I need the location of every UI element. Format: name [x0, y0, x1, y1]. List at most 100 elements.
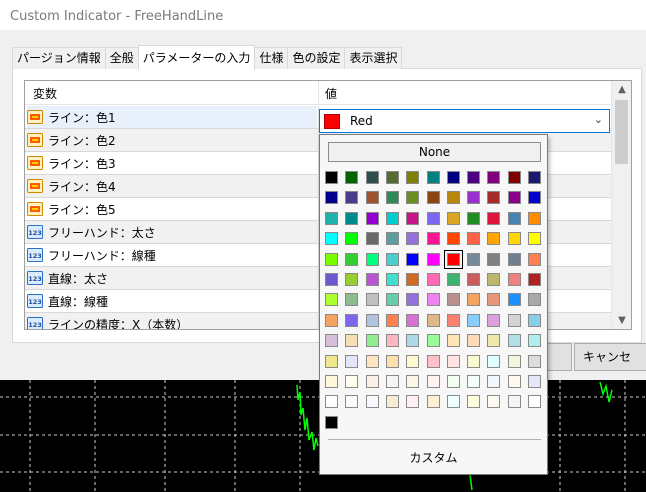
color-swatch-option[interactable] — [345, 334, 358, 347]
column-header-value[interactable]: 値 — [325, 81, 337, 105]
color-swatch-option[interactable] — [528, 212, 541, 225]
color-swatch-option[interactable] — [406, 212, 419, 225]
color-swatch-option[interactable] — [366, 355, 379, 368]
color-swatch-option[interactable] — [528, 293, 541, 306]
color-swatch-option[interactable] — [427, 355, 440, 368]
color-swatch-option[interactable] — [386, 334, 399, 347]
color-swatch-option[interactable] — [406, 355, 419, 368]
color-swatch-option[interactable] — [467, 395, 480, 408]
color-swatch-option[interactable] — [447, 232, 460, 245]
color-swatch-option[interactable] — [325, 212, 338, 225]
color-swatch-option[interactable] — [528, 314, 541, 327]
color-swatch-option[interactable] — [366, 212, 379, 225]
tab-0[interactable]: パージョン情報 — [12, 47, 106, 69]
color-swatch-option[interactable] — [467, 293, 480, 306]
color-swatch-option[interactable] — [345, 232, 358, 245]
color-swatch-option[interactable] — [508, 191, 521, 204]
color-swatch-option[interactable] — [366, 273, 379, 286]
color-swatch-option[interactable] — [406, 334, 419, 347]
color-swatch-option[interactable] — [487, 212, 500, 225]
row-name-cell[interactable]: 123 直線：太さ — [27, 267, 317, 289]
none-color-button[interactable]: None — [328, 142, 541, 162]
color-swatch-option[interactable] — [325, 375, 338, 388]
row-name-cell[interactable]: ライン：色3 — [27, 152, 317, 174]
color-swatch-option[interactable] — [325, 293, 338, 306]
color-swatch-option[interactable] — [528, 334, 541, 347]
color-swatch-option[interactable] — [325, 191, 338, 204]
color-swatch-option[interactable] — [447, 293, 460, 306]
color-swatch-option[interactable] — [528, 232, 541, 245]
color-swatch-option[interactable] — [508, 355, 521, 368]
color-swatch-option[interactable] — [345, 253, 358, 266]
color-swatch-option[interactable] — [447, 334, 460, 347]
color-swatch-option[interactable] — [427, 314, 440, 327]
color-swatch-option[interactable] — [528, 253, 541, 266]
color-swatch-option[interactable] — [487, 253, 500, 266]
color-swatch-option[interactable] — [325, 253, 338, 266]
row-name-cell[interactable]: 123 直線：線種 — [27, 290, 317, 312]
color-swatch-option[interactable] — [366, 395, 379, 408]
color-swatch-option[interactable] — [467, 334, 480, 347]
tab-2[interactable]: パラメーターの入力 — [137, 45, 256, 70]
color-swatch-option[interactable] — [427, 212, 440, 225]
color-swatch-option[interactable] — [325, 395, 338, 408]
color-swatch-option[interactable] — [325, 416, 338, 429]
color-swatch-option[interactable] — [467, 314, 480, 327]
color-swatch-option[interactable] — [325, 355, 338, 368]
color-swatch-option[interactable] — [427, 171, 440, 184]
color-swatch-option[interactable] — [508, 375, 521, 388]
column-header-name[interactable]: 変数 — [33, 81, 57, 105]
color-swatch-option[interactable] — [447, 314, 460, 327]
color-swatch-option[interactable] — [366, 314, 379, 327]
color-swatch-option[interactable] — [345, 293, 358, 306]
color-swatch-option[interactable] — [467, 273, 480, 286]
color-swatch-option[interactable] — [406, 314, 419, 327]
color-swatch-option[interactable] — [386, 395, 399, 408]
color-swatch-option[interactable] — [345, 273, 358, 286]
color-swatch-option[interactable] — [386, 375, 399, 388]
custom-color-button[interactable]: カスタム — [320, 446, 547, 470]
color-swatch-option[interactable] — [406, 171, 419, 184]
color-swatch-option[interactable] — [366, 191, 379, 204]
color-swatch-option[interactable] — [528, 191, 541, 204]
color-swatch-option[interactable] — [386, 314, 399, 327]
color-swatch-option[interactable] — [325, 314, 338, 327]
cancel-button[interactable]: キャンセ — [574, 343, 646, 371]
row-name-cell[interactable]: ライン：色4 — [27, 175, 317, 197]
color-swatch-option[interactable] — [447, 273, 460, 286]
color-swatch-option[interactable] — [487, 395, 500, 408]
color-swatch-option[interactable] — [487, 375, 500, 388]
row-name-cell[interactable]: ライン：色2 — [27, 129, 317, 151]
color-swatch-option[interactable] — [447, 171, 460, 184]
row-name-cell[interactable]: 123 フリーハンド：線種 — [27, 244, 317, 266]
color-swatch-option[interactable] — [528, 171, 541, 184]
color-swatch-option[interactable] — [325, 171, 338, 184]
color-swatch-option[interactable] — [508, 293, 521, 306]
color-swatch-option[interactable] — [427, 375, 440, 388]
color-swatch-option[interactable] — [427, 232, 440, 245]
color-swatch-option[interactable] — [366, 232, 379, 245]
color-swatch-option[interactable] — [427, 253, 440, 266]
color-swatch-option[interactable] — [508, 212, 521, 225]
color-swatch-option[interactable] — [386, 171, 399, 184]
color-swatch-option[interactable] — [487, 171, 500, 184]
color-swatch-option[interactable] — [345, 355, 358, 368]
color-swatch-option[interactable] — [386, 191, 399, 204]
color-swatch-option[interactable] — [528, 273, 541, 286]
color-swatch-option[interactable] — [508, 314, 521, 327]
color-swatch-option[interactable] — [406, 395, 419, 408]
color-swatch-option[interactable] — [487, 191, 500, 204]
color-swatch-option[interactable] — [386, 212, 399, 225]
color-swatch-option[interactable] — [406, 293, 419, 306]
row-name-cell[interactable]: 123 フリーハンド：太さ — [27, 221, 317, 243]
color-swatch-option[interactable] — [467, 212, 480, 225]
row-name-cell[interactable]: ライン：色5 — [27, 198, 317, 220]
color-swatch-option[interactable] — [508, 395, 521, 408]
color-swatch-option[interactable] — [467, 171, 480, 184]
color-swatch-option[interactable] — [467, 375, 480, 388]
color-swatch-option[interactable] — [508, 253, 521, 266]
color-swatch-option[interactable] — [528, 375, 541, 388]
color-swatch-option[interactable] — [366, 375, 379, 388]
scroll-up-icon[interactable]: ▲ — [612, 81, 631, 98]
chevron-down-icon[interactable]: ⌄ — [594, 113, 603, 126]
